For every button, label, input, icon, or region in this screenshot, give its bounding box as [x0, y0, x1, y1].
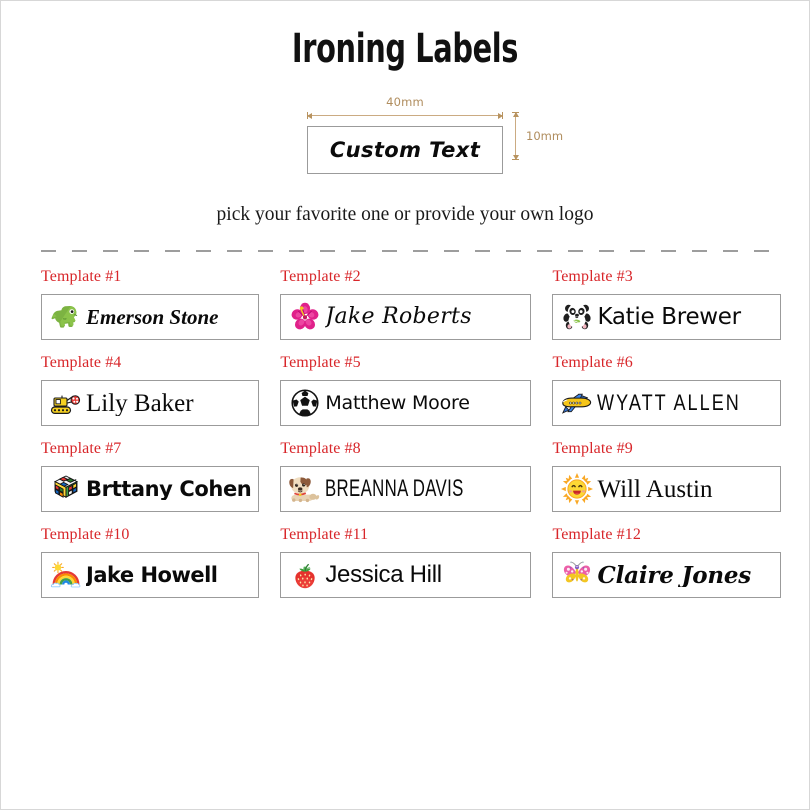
template-label-11: Template #11 [280, 526, 369, 543]
butterfly-icon [560, 558, 594, 592]
template-label-1: Template #1 [41, 268, 122, 285]
label-preview-5[interactable]: Matthew Moore [280, 380, 532, 426]
label-preview-1[interactable]: Emerson Stone [41, 294, 260, 340]
sample-label-text: Custom Text [329, 138, 481, 162]
hibiscus-icon [288, 300, 322, 334]
template-label-4: Template #4 [41, 354, 122, 371]
template-label-7: Template #7 [41, 440, 122, 457]
subtitle: pick your favorite one or provide your o… [216, 204, 594, 225]
label-preview-12[interactable]: Claire Jones [552, 552, 781, 598]
label-preview-7[interactable]: Brttany Cohen [41, 466, 260, 512]
rubiks-cube-icon [49, 472, 83, 506]
label-name-11: Jessica Hill [325, 563, 442, 587]
panda-icon [560, 300, 594, 334]
template-label-8: Template #8 [280, 440, 361, 457]
template-cell-2[interactable]: Template #2 Jake Roberts [280, 268, 532, 340]
label-name-4: Lily Baker [86, 390, 194, 416]
template-cell-8[interactable]: Template #8 BREANNA DAVIS [280, 440, 532, 512]
template-label-2: Template #2 [280, 268, 361, 285]
template-cell-4[interactable]: Template #4 Lily Baker [41, 354, 260, 426]
label-name-8: BREANNA DAVIS [325, 477, 465, 501]
label-name-5: Matthew Moore [325, 393, 470, 413]
height-dimension-line [511, 112, 520, 160]
template-label-3: Template #3 [552, 268, 633, 285]
template-cell-12[interactable]: Template #12 Claire Jones [552, 526, 781, 598]
template-label-9: Template #9 [552, 440, 633, 457]
template-cell-3[interactable]: Template #3 Katie Brewer [552, 268, 781, 340]
label-preview-10[interactable]: Jake Howell [41, 552, 260, 598]
label-name-9: Will Austin [597, 476, 713, 502]
page-title: Ironing Labels [291, 26, 519, 72]
label-preview-11[interactable]: Jessica Hill [280, 552, 532, 598]
section-divider [41, 250, 769, 252]
template-label-6: Template #6 [552, 354, 633, 371]
template-cell-7[interactable]: Template #7 Brttany Cohen [41, 440, 260, 512]
dinosaur-icon [49, 300, 83, 334]
label-name-2: Jake Roberts [325, 306, 472, 328]
rainbow-icon [49, 558, 83, 592]
width-dimension-label: 40mm [386, 95, 424, 109]
height-dimension-label: 10mm [526, 129, 564, 143]
label-spec-diagram: 40mm Custom Text 10mm [41, 95, 769, 174]
label-preview-2[interactable]: Jake Roberts [280, 294, 532, 340]
sun-icon [560, 472, 594, 506]
ironing-labels-page: Ironing Labels 40mm Custom Text 10mm pic… [0, 0, 810, 810]
template-cell-6[interactable]: Template #6 WYATT ALLEN [552, 354, 781, 426]
label-name-1: Emerson Stone [86, 306, 219, 328]
soccer-ball-icon [288, 386, 322, 420]
template-cell-9[interactable]: Template #9 Will Austin [552, 440, 781, 512]
template-cell-10[interactable]: Template #10 Jake Howell [41, 526, 260, 598]
height-dimension: 10mm [511, 112, 563, 160]
template-grid: Template #1 Emerson Stone Template #2 Ja… [41, 268, 781, 598]
strawberry-icon [288, 558, 322, 592]
dog-icon [288, 472, 322, 506]
template-label-10: Template #10 [41, 526, 130, 543]
width-dimension-line [307, 111, 503, 120]
label-preview-3[interactable]: Katie Brewer [552, 294, 781, 340]
sample-label-box: Custom Text [307, 126, 503, 174]
label-preview-4[interactable]: Lily Baker [41, 380, 260, 426]
label-preview-9[interactable]: Will Austin [552, 466, 781, 512]
label-name-7: Brttany Cohen [86, 478, 252, 500]
template-cell-11[interactable]: Template #11 Jessica Hill [280, 526, 532, 598]
label-name-3: Katie Brewer [597, 305, 741, 329]
template-cell-1[interactable]: Template #1 Emerson Stone [41, 268, 260, 340]
label-preview-8[interactable]: BREANNA DAVIS [280, 466, 532, 512]
label-name-10: Jake Howell [86, 564, 218, 586]
bulldozer-icon [49, 386, 83, 420]
template-label-12: Template #12 [552, 526, 641, 543]
label-name-6: WYATT ALLEN [597, 392, 742, 414]
airplane-icon [560, 386, 594, 420]
label-preview-6[interactable]: WYATT ALLEN [552, 380, 781, 426]
template-label-5: Template #5 [280, 354, 361, 371]
label-name-12: Claire Jones [597, 563, 752, 587]
template-cell-5[interactable]: Template #5 Matthew Moore [280, 354, 532, 426]
